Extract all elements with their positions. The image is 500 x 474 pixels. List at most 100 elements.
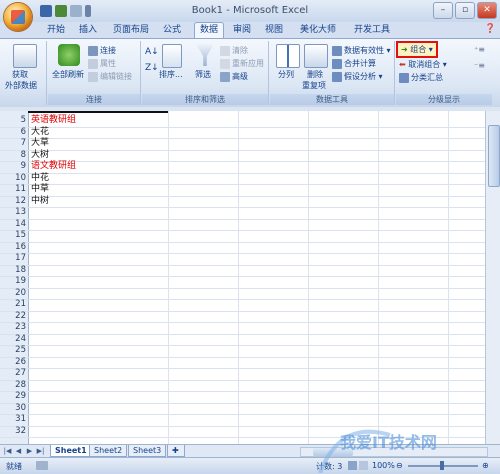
cell-a[interactable]: 英语教研组	[31, 115, 76, 126]
row-number[interactable]: 24	[0, 334, 28, 345]
maximize-button[interactable]: ▫	[455, 2, 475, 19]
minimize-button[interactable]: –	[433, 2, 453, 19]
row-number[interactable]: 10	[0, 173, 28, 184]
row-number[interactable]: 11	[0, 184, 28, 195]
consolidate-button[interactable]: 合并计算	[332, 58, 376, 69]
macro-record-icon[interactable]	[36, 461, 48, 470]
help-icon[interactable]: ❓	[485, 24, 496, 34]
filter-button[interactable]: 筛选	[195, 69, 211, 80]
row-number[interactable]: 22	[0, 311, 28, 322]
properties-button[interactable]: 属性	[88, 58, 116, 69]
get-external-line2[interactable]: 外部数据	[5, 80, 37, 91]
row-number[interactable]: 30	[0, 403, 28, 414]
cell-a[interactable]: 中草	[31, 184, 49, 195]
tab-view[interactable]: 视图	[262, 23, 286, 37]
zoom-in-icon[interactable]: ⊕	[482, 461, 489, 470]
worksheet-grid[interactable]: 5 英语教研组 6 大花 7 大草 8 大树 9 语文教研组 10 中花 11 中草 12 中树 13 14 15 1…	[0, 111, 500, 444]
insert-sheet-icon[interactable]: ✚	[167, 445, 185, 457]
tab-data[interactable]: 数据	[194, 22, 224, 39]
row-number[interactable]: 7	[0, 138, 28, 149]
page-layout-view-icon[interactable]	[359, 461, 368, 470]
sheet-tab-3[interactable]: Sheet3	[128, 445, 167, 457]
row-number[interactable]: 32	[0, 426, 28, 437]
zoom-slider-thumb[interactable]	[440, 461, 444, 470]
sheet-tab-2[interactable]: Sheet2	[89, 445, 128, 457]
vertical-scroll-thumb[interactable]	[488, 125, 500, 187]
advanced-button[interactable]: 高级	[220, 71, 248, 82]
row-number[interactable]: 28	[0, 380, 28, 391]
close-button[interactable]: ✕	[477, 2, 497, 19]
row-number[interactable]: 9	[0, 161, 28, 172]
vertical-scrollbar[interactable]	[485, 111, 500, 444]
group-sort-filter: A↓ Z↓ 排序... 筛选 清除 重新应用 高级 排序和筛选	[142, 41, 269, 105]
first-sheet-button[interactable]: |◀	[3, 446, 12, 456]
tab-review[interactable]: 审阅	[230, 23, 254, 37]
office-button[interactable]	[4, 3, 32, 31]
tab-home[interactable]: 开始	[44, 23, 68, 37]
cell-a[interactable]: 大花	[31, 127, 49, 138]
row-number[interactable]: 17	[0, 253, 28, 264]
row-number[interactable]: 5	[0, 115, 28, 126]
clear-button[interactable]: 清除	[220, 45, 248, 56]
sort-za-icon[interactable]: Z↓	[145, 63, 159, 73]
table-row[interactable]: 32	[0, 426, 500, 438]
data-validation-button[interactable]: 数据有效性 ▾	[332, 45, 391, 56]
row-number[interactable]: 16	[0, 242, 28, 253]
tab-formulas[interactable]: 公式	[160, 23, 184, 37]
tab-page-layout[interactable]: 页面布局	[108, 23, 154, 37]
row-number[interactable]: 14	[0, 219, 28, 230]
row-number[interactable]: 19	[0, 276, 28, 287]
next-sheet-button[interactable]: ▶	[25, 446, 34, 456]
zoom-level[interactable]: 100%	[372, 461, 395, 470]
edit-links-button[interactable]: 编辑链接	[88, 71, 132, 82]
cell-a[interactable]: 中花	[31, 173, 49, 184]
text-to-columns-button[interactable]: 分列	[278, 69, 294, 80]
row-number[interactable]: 8	[0, 150, 28, 161]
what-if-icon	[332, 71, 342, 82]
remove-dup-line1[interactable]: 删除	[307, 69, 323, 80]
normal-view-icon[interactable]	[348, 461, 357, 470]
tab-developer[interactable]: 开发工具	[350, 23, 394, 37]
show-detail-icon[interactable]: ⁺≡	[474, 45, 485, 54]
sheet-tab-1[interactable]: Sheet1	[50, 445, 92, 457]
get-external-line1[interactable]: 获取	[12, 69, 28, 80]
row-number[interactable]: 12	[0, 196, 28, 207]
ungroup-button[interactable]: ⬅ 取消组合 ▾	[399, 59, 447, 70]
row-number[interactable]: 6	[0, 127, 28, 138]
group-button[interactable]: ➜ 组合 ▾	[396, 41, 438, 58]
connections-button[interactable]: 连接	[88, 45, 116, 56]
hide-detail-icon[interactable]: ⁻≡	[474, 61, 485, 70]
tab-insert[interactable]: 插入	[76, 23, 100, 37]
cell-a[interactable]: 大草	[31, 138, 49, 149]
subtotal-button[interactable]: 分类汇总	[399, 72, 443, 83]
row-number[interactable]: 15	[0, 230, 28, 241]
reapply-icon	[220, 58, 230, 69]
zoom-out-icon[interactable]: ⊖	[396, 461, 403, 470]
row-number[interactable]: 31	[0, 414, 28, 425]
cell-a[interactable]: 语文教研组	[31, 161, 76, 172]
reapply-button[interactable]: 重新应用	[220, 58, 264, 69]
row-number[interactable]: 27	[0, 368, 28, 379]
sort-az-icon[interactable]: A↓	[145, 47, 159, 57]
row-number[interactable]: 26	[0, 357, 28, 368]
horizontal-scroll-thumb[interactable]	[313, 448, 353, 456]
horizontal-scrollbar[interactable]	[300, 447, 488, 457]
prev-sheet-button[interactable]: ◀	[14, 446, 23, 456]
row-number[interactable]: 23	[0, 322, 28, 333]
cell-a[interactable]: 中树	[31, 196, 49, 207]
refresh-all-button[interactable]: 全部刷新	[52, 69, 84, 80]
row-number[interactable]: 25	[0, 345, 28, 356]
row-number[interactable]: 20	[0, 288, 28, 299]
what-if-button[interactable]: 假设分析 ▾	[332, 71, 383, 82]
cell-a[interactable]: 大树	[31, 150, 49, 161]
row-number[interactable]: 13	[0, 207, 28, 218]
subtotal-icon	[399, 72, 409, 83]
sort-button[interactable]: 排序...	[159, 69, 183, 80]
row-number[interactable]: 21	[0, 299, 28, 310]
last-sheet-button[interactable]: ▶|	[36, 446, 45, 456]
group-label-outline: 分级显示	[396, 94, 492, 105]
remove-dup-line2[interactable]: 重复项	[302, 80, 326, 91]
row-number[interactable]: 18	[0, 265, 28, 276]
row-number[interactable]: 29	[0, 391, 28, 402]
tab-beautify[interactable]: 美化大师	[296, 23, 340, 37]
